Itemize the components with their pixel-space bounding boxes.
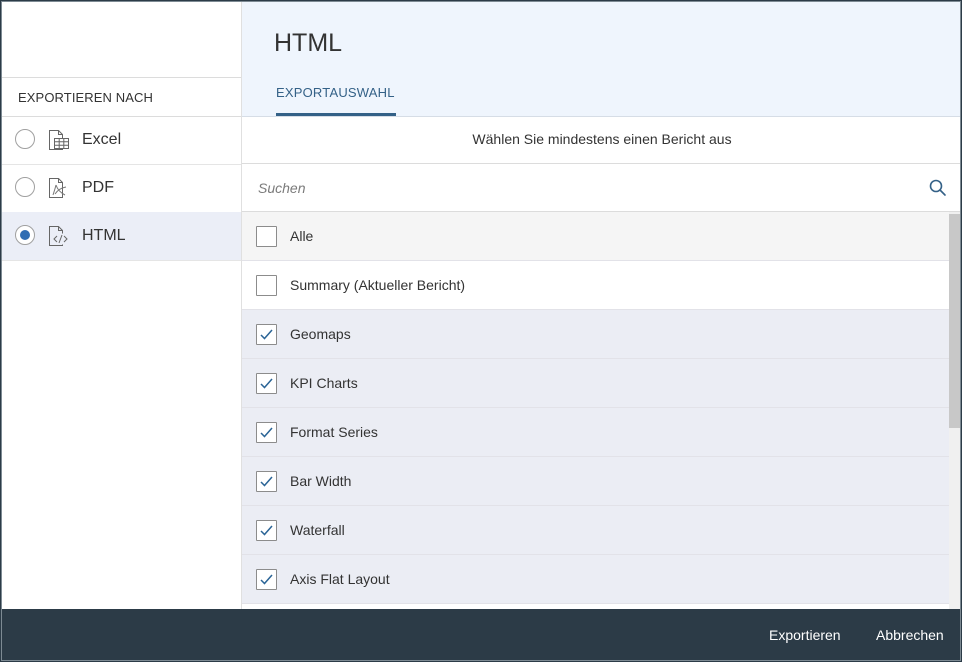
checkmark-icon: [260, 378, 273, 389]
radio-pdf[interactable]: [15, 177, 35, 197]
report-label: Format Series: [290, 424, 378, 440]
report-checkbox[interactable]: [256, 324, 277, 345]
report-checkbox[interactable]: [256, 422, 277, 443]
report-row[interactable]: Waterfall: [242, 506, 949, 555]
export-button[interactable]: Exportieren: [769, 627, 841, 643]
scrollbar-thumb[interactable]: [949, 214, 960, 428]
export-target-heading: EXPORTIEREN NACH: [18, 90, 153, 105]
dialog-header: HTML EXPORTAUSWAHL: [242, 2, 960, 117]
checkmark-icon: [260, 574, 273, 585]
export-option-label: Excel: [82, 131, 122, 148]
checkmark-icon: [260, 329, 273, 340]
html-file-icon: [46, 224, 70, 248]
report-label: Axis Flat Layout: [290, 571, 390, 587]
report-checkbox[interactable]: [256, 226, 277, 247]
export-dialog: EXPORTIEREN NACH Excel PDF HTML HTML EXP…: [1, 1, 961, 661]
report-label: Alle: [290, 228, 314, 244]
report-checkbox[interactable]: [256, 471, 277, 492]
export-option-label: HTML: [82, 227, 126, 244]
report-label: Geomaps: [290, 326, 351, 342]
selection-hint-text: Wählen Sie mindestens einen Bericht aus: [472, 131, 732, 147]
active-tab-indicator: [276, 113, 396, 116]
radio-html[interactable]: [15, 225, 35, 245]
search-input[interactable]: [256, 175, 920, 201]
report-row[interactable]: Alle: [242, 212, 949, 261]
report-list: Alle Summary (Aktueller Bericht) Geomaps KP…: [242, 212, 949, 609]
checkmark-icon: [260, 525, 273, 536]
radio-excel[interactable]: [15, 129, 35, 149]
dialog-title: HTML: [274, 29, 343, 57]
export-option-label: PDF: [82, 179, 114, 196]
report-label: Bar Width: [290, 473, 352, 489]
radio-selected-dot: [20, 230, 30, 240]
export-target-header: EXPORTIEREN NACH: [2, 77, 241, 117]
pdf-file-icon: [46, 176, 70, 200]
report-row[interactable]: Summary (Aktueller Bericht): [242, 261, 949, 310]
search-bar: [242, 164, 960, 212]
report-row[interactable]: Bar Width: [242, 457, 949, 506]
search-icon[interactable]: [928, 178, 948, 198]
export-option-html[interactable]: HTML: [2, 212, 241, 261]
report-label: Waterfall: [290, 522, 345, 538]
export-option-pdf[interactable]: PDF: [2, 164, 241, 213]
report-label: Summary (Aktueller Bericht): [290, 277, 466, 293]
report-checkbox[interactable]: [256, 520, 277, 541]
excel-file-icon: [46, 128, 70, 152]
dialog-footer: Exportieren Abbrechen: [2, 609, 960, 660]
cancel-button[interactable]: Abbrechen: [876, 627, 944, 643]
report-label: KPI Charts: [290, 375, 358, 391]
report-row[interactable]: Axis Flat Layout: [242, 555, 949, 604]
checkmark-icon: [260, 427, 273, 438]
report-row[interactable]: Format Series: [242, 408, 949, 457]
report-checkbox[interactable]: [256, 275, 277, 296]
report-row[interactable]: Geomaps: [242, 310, 949, 359]
tab-exportauswahl[interactable]: EXPORTAUSWAHL: [276, 85, 395, 100]
report-checkbox[interactable]: [256, 569, 277, 590]
report-row[interactable]: KPI Charts: [242, 359, 949, 408]
selection-hint: Wählen Sie mindestens einen Bericht aus: [242, 117, 960, 164]
checkmark-icon: [260, 476, 273, 487]
export-target-sidebar: EXPORTIEREN NACH Excel PDF HTML: [2, 2, 242, 609]
export-option-excel[interactable]: Excel: [2, 116, 241, 165]
report-checkbox[interactable]: [256, 373, 277, 394]
